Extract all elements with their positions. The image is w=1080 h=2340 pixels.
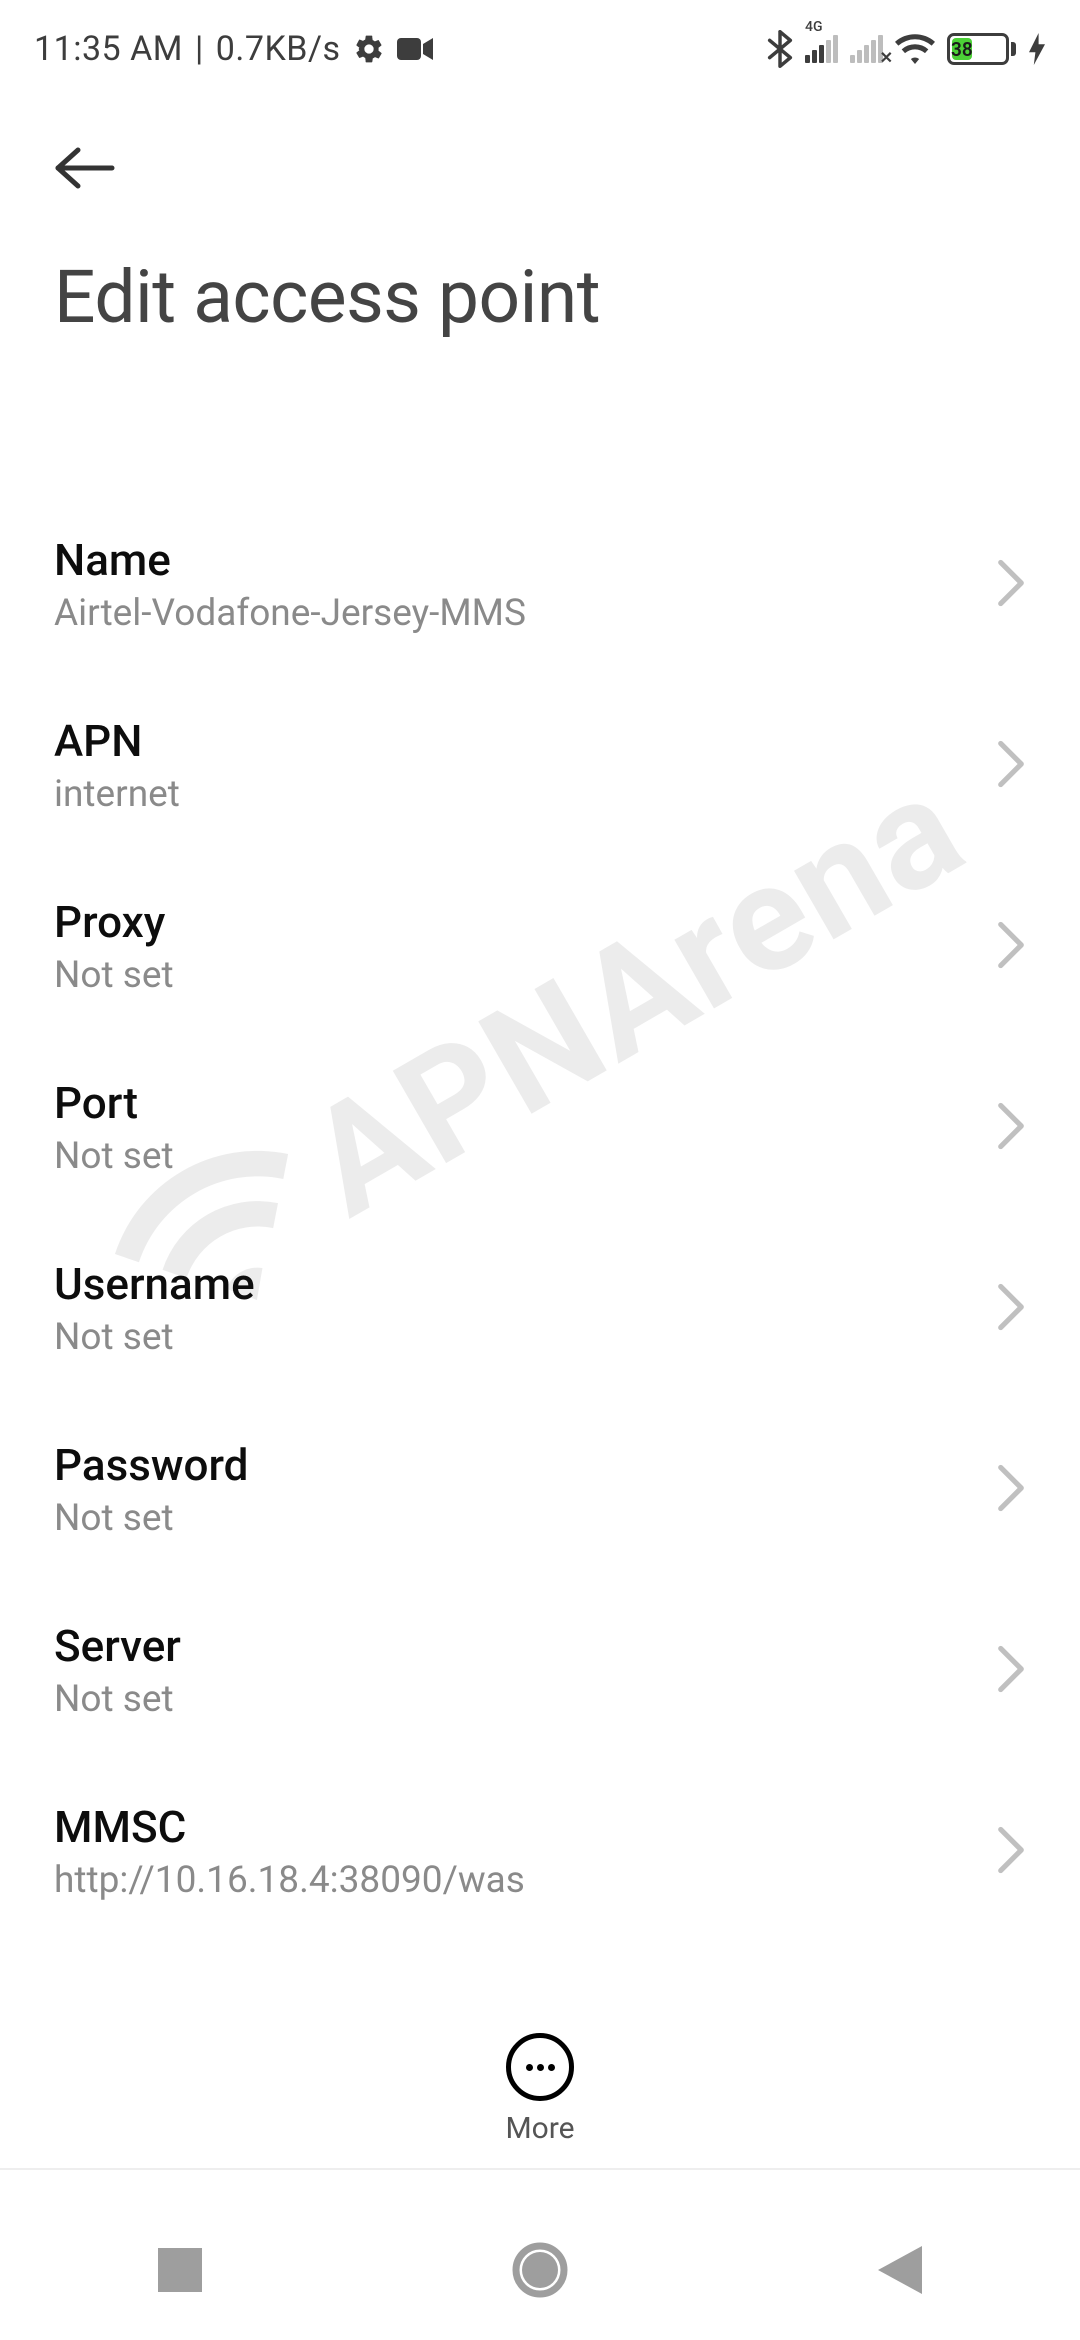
setting-row-proxy[interactable]: Proxy Not set xyxy=(54,856,1026,1037)
charging-bolt-icon xyxy=(1028,33,1046,65)
row-value: Not set xyxy=(54,1678,976,1721)
page-title: Edit access point xyxy=(54,254,1026,340)
more-label: More xyxy=(505,2111,574,2146)
nav-home-button[interactable] xyxy=(440,2220,640,2320)
status-time: 11:35 AM xyxy=(34,29,183,69)
row-label: Server xyxy=(54,1620,976,1672)
setting-row-apn[interactable]: APN internet xyxy=(54,675,1026,856)
row-value: internet xyxy=(54,773,976,816)
triangle-left-icon xyxy=(878,2246,922,2294)
row-text: Proxy Not set xyxy=(54,896,976,997)
circle-icon xyxy=(512,2242,568,2298)
row-label: Proxy xyxy=(54,896,976,948)
settings-list[interactable]: Name Airtel-Vodafone-Jersey-MMS APN interne… xyxy=(0,494,1080,1938)
more-icon xyxy=(506,2033,574,2101)
chevron-right-icon xyxy=(996,1645,1026,1697)
row-value: Not set xyxy=(54,954,976,997)
chevron-right-icon xyxy=(996,1102,1026,1154)
row-value: Not set xyxy=(54,1316,976,1359)
row-value: Not set xyxy=(54,1497,976,1540)
status-separator: | xyxy=(195,29,204,69)
setting-row-name[interactable]: Name Airtel-Vodafone-Jersey-MMS xyxy=(54,494,1026,675)
signal-sim1-icon: 4G xyxy=(805,35,838,63)
status-left: 11:35 AM | 0.7KB/s xyxy=(34,29,433,69)
row-label: Name xyxy=(54,534,976,586)
chevron-right-icon xyxy=(996,1283,1026,1335)
row-text: Port Not set xyxy=(54,1077,976,1178)
settings-gear-icon xyxy=(353,33,385,65)
battery-icon: 38 xyxy=(947,33,1016,65)
bluetooth-icon xyxy=(767,30,793,68)
back-button[interactable] xyxy=(54,134,122,202)
row-label: Password xyxy=(54,1439,976,1491)
status-right: 4G ✕ 38 xyxy=(767,30,1046,68)
row-label: Username xyxy=(54,1258,976,1310)
setting-row-username[interactable]: Username Not set xyxy=(54,1218,1026,1399)
battery-level: 38 xyxy=(952,38,972,60)
row-value: Not set xyxy=(54,1135,976,1178)
chevron-right-icon xyxy=(996,1826,1026,1878)
setting-row-server[interactable]: Server Not set xyxy=(54,1580,1026,1761)
chevron-right-icon xyxy=(996,1464,1026,1516)
camera-icon xyxy=(397,36,433,62)
row-value: Airtel-Vodafone-Jersey-MMS xyxy=(54,592,976,635)
setting-row-password[interactable]: Password Not set xyxy=(54,1399,1026,1580)
more-button[interactable]: More xyxy=(0,2033,1080,2170)
row-text: Server Not set xyxy=(54,1620,976,1721)
row-label: MMSC xyxy=(54,1801,976,1853)
chevron-right-icon xyxy=(996,559,1026,611)
header: Edit access point xyxy=(0,84,1080,340)
row-text: Password Not set xyxy=(54,1439,976,1540)
signal-4g-label: 4G xyxy=(805,19,823,35)
row-label: Port xyxy=(54,1077,976,1129)
wifi-icon xyxy=(895,33,935,65)
row-label: APN xyxy=(54,715,976,767)
arrow-left-icon xyxy=(54,147,116,189)
status-speed: 0.7KB/s xyxy=(216,29,341,69)
row-text: Username Not set xyxy=(54,1258,976,1359)
nav-back-button[interactable] xyxy=(800,2220,1000,2320)
row-text: Name Airtel-Vodafone-Jersey-MMS xyxy=(54,534,976,635)
chevron-right-icon xyxy=(996,740,1026,792)
row-value: http://10.16.18.4:38090/was xyxy=(54,1859,976,1902)
nav-bar xyxy=(0,2200,1080,2340)
row-text: APN internet xyxy=(54,715,976,816)
signal-sim2-icon: ✕ xyxy=(850,35,883,63)
row-text: MMSC http://10.16.18.4:38090/was xyxy=(54,1801,976,1902)
setting-row-mmsc[interactable]: MMSC http://10.16.18.4:38090/was xyxy=(54,1761,1026,1938)
square-icon xyxy=(158,2248,202,2292)
chevron-right-icon xyxy=(996,921,1026,973)
setting-row-port[interactable]: Port Not set xyxy=(54,1037,1026,1218)
status-bar: 11:35 AM | 0.7KB/s 4G ✕ 38 xyxy=(0,0,1080,84)
nav-recents-button[interactable] xyxy=(80,2220,280,2320)
